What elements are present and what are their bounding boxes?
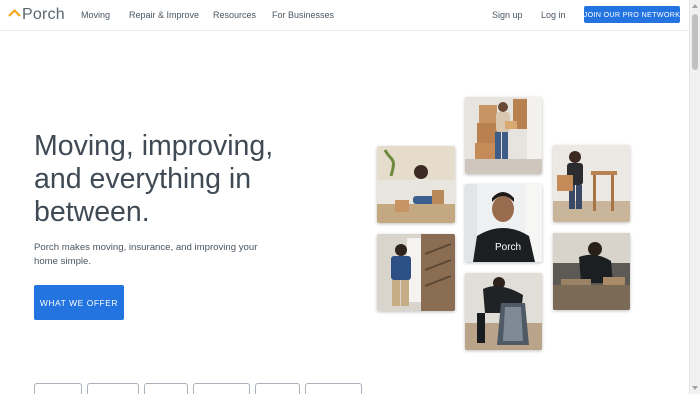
photo-woman-on-sofa [377,146,455,223]
category-tab-1[interactable] [34,383,82,394]
category-tab-3[interactable] [144,383,188,394]
photo-porch-worker: Porch [465,184,542,262]
category-tab-2[interactable] [87,383,139,394]
nav-link-resources[interactable]: Resources [213,10,256,20]
worker-shirt-text: Porch [495,242,522,253]
category-tab-4[interactable] [193,383,250,394]
porch-logo[interactable]: Porch [8,6,65,24]
top-navbar: Porch Moving Repair & Improve Resources … [0,0,689,31]
porch-logo-icon [8,9,21,17]
what-we-offer-button[interactable]: WHAT WE OFFER [34,285,124,320]
join-pro-network-button[interactable]: JOIN OUR PRO NETWORK [584,6,680,23]
hero-title: Moving, improving, and everything in bet… [34,130,274,228]
category-tab-5[interactable] [255,383,300,394]
scroll-down-arrow-icon[interactable] [692,386,698,390]
page-scrollbar[interactable] [689,0,700,394]
photo-man-carrying-box [553,145,630,222]
brand-name: Porch [22,6,65,23]
scroll-up-arrow-icon[interactable] [692,4,698,8]
hero-subtitle: Porch makes moving, insurance, and impro… [34,242,258,267]
sign-up-link[interactable]: Sign up [492,10,523,20]
nav-link-moving[interactable]: Moving [81,10,110,20]
nav-link-repair-improve[interactable]: Repair & Improve [129,10,199,20]
photo-moving-boxes [465,97,542,174]
log-in-link[interactable]: Log in [541,10,566,20]
photo-worker-packing-bag [465,273,542,350]
photo-mover-with-door [377,234,455,311]
nav-link-for-businesses[interactable]: For Businesses [272,10,334,20]
photo-worker-with-tools [553,233,630,310]
scroll-thumb[interactable] [692,14,698,70]
category-tab-6[interactable] [305,383,362,394]
